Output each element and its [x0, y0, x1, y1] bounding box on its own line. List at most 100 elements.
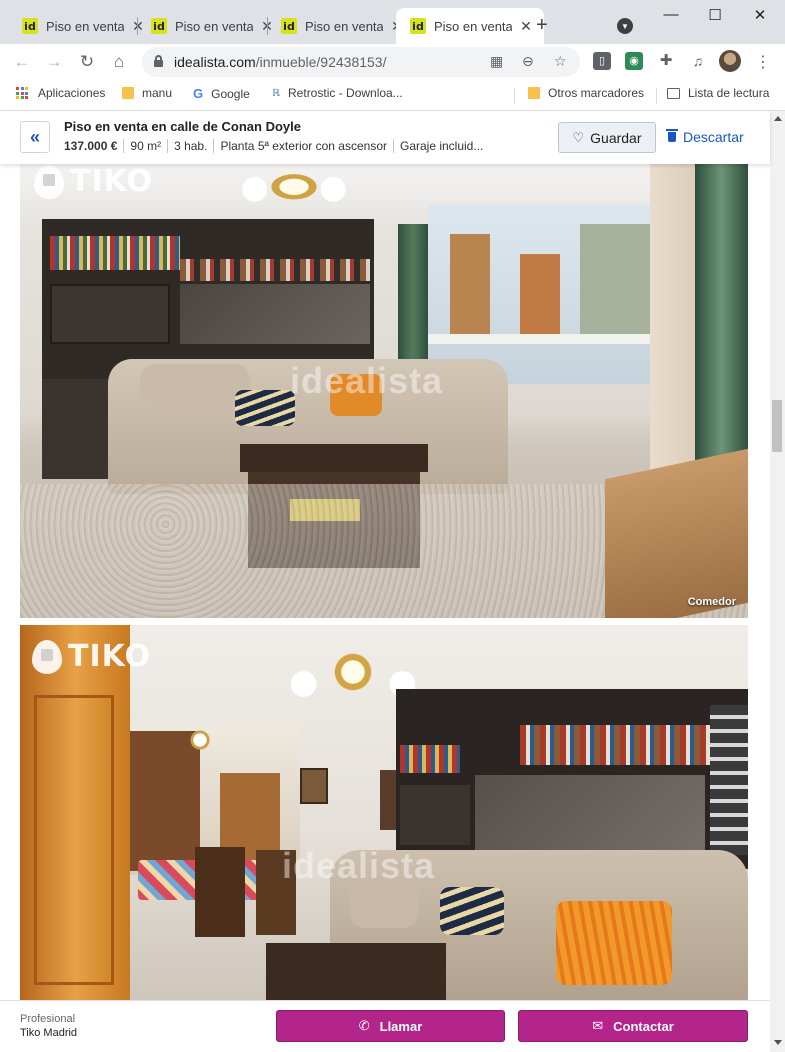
address-bar[interactable]: idealista.com/inmueble/92438153/ ▦ ⊖ ☆: [142, 47, 580, 77]
back-arrow-icon[interactable]: ←: [11, 51, 33, 73]
minimize-icon[interactable]: —: [656, 6, 686, 23]
discard-label: Descartar: [683, 129, 744, 145]
extensions-puzzle-icon[interactable]: ✚: [657, 52, 675, 70]
retrostic-icon: ℝ: [272, 87, 281, 99]
zoom-icon[interactable]: ⊖: [522, 53, 534, 70]
reload-icon[interactable]: ↻: [76, 51, 98, 73]
agency-logo: TIKO: [34, 164, 153, 199]
coffee-table: [266, 943, 446, 1000]
chandelier: [238, 166, 350, 218]
books: [50, 236, 180, 270]
tiko-pin-icon: [34, 164, 64, 199]
advertiser-name: Tiko Madrid: [20, 1027, 78, 1039]
profile-avatar[interactable]: [719, 50, 741, 72]
listing-sticky-header: « Piso en venta en calle de Conan Doyle …: [0, 111, 770, 164]
sofa-cushion: [350, 880, 418, 928]
browser-tab-active[interactable]: id Piso en venta en ✕: [396, 8, 544, 44]
listing-floor: Planta 5ª exterior con ascensor: [213, 139, 393, 153]
browser-toolbar: ← → ↻ ⌂ idealista.com/inmueble/92438153/…: [0, 44, 785, 80]
listing-garage: Garaje incluid...: [392, 139, 489, 153]
google-icon: G: [193, 86, 204, 101]
wall-picture: [300, 768, 328, 804]
bookmark-apps[interactable]: Aplicaciones: [16, 86, 105, 100]
call-label: Llamar: [379, 1018, 423, 1034]
striped-pillow: [235, 390, 295, 426]
building-outside: [580, 224, 660, 334]
browser-menu-icon[interactable]: ⋮: [755, 52, 771, 72]
bookmark-retrostic[interactable]: ℝ Retrostic - Downloa...: [272, 86, 403, 100]
close-window-icon[interactable]: ✕: [745, 6, 775, 24]
browser-tab[interactable]: id Piso en venta en ✕: [137, 8, 285, 44]
curtain-right: [695, 164, 748, 464]
reading-list-button[interactable]: Lista de lectura: [667, 86, 769, 100]
books: [520, 725, 710, 765]
new-tab-button[interactable]: +: [536, 14, 548, 37]
maximize-icon[interactable]: ☐: [700, 6, 730, 24]
sofa-cushion: [140, 364, 250, 404]
idealista-favicon-icon: id: [151, 18, 167, 34]
back-to-listing-button[interactable]: «: [20, 121, 50, 153]
books: [400, 745, 460, 773]
browser-tab[interactable]: id Piso en venta en ✕: [8, 8, 156, 44]
page-scrollbar[interactable]: [770, 111, 785, 1052]
contact-footer: Profesional Tiko Madrid ✆ Llamar ✉ Conta…: [0, 1000, 770, 1052]
bookmark-divider: [656, 88, 657, 104]
listing-rooms: 3 hab.: [167, 139, 213, 153]
orange-pillow: [556, 901, 672, 985]
building-outside: [520, 254, 560, 344]
tab-title: Piso en venta en: [46, 18, 124, 34]
save-button[interactable]: ♡ Guardar: [558, 122, 656, 153]
scrollbar-thumb[interactable]: [772, 400, 782, 452]
tab-search-icon[interactable]: ▼: [617, 18, 633, 34]
bookmark-label: manu: [142, 86, 173, 100]
listing-area: 90 m²: [123, 139, 167, 153]
bookmark-label: Lista de lectura: [688, 86, 770, 100]
extension-1-icon[interactable]: ▯: [593, 52, 611, 70]
tab-title: Piso en venta en: [434, 18, 512, 34]
bookmark-label: Google: [211, 86, 250, 101]
bookmark-other-folder[interactable]: Otros marcadores: [528, 86, 644, 100]
striped-pillow: [440, 887, 504, 935]
glass-cabinet: [475, 775, 705, 860]
contact-label: Contactar: [613, 1018, 674, 1034]
bookmarks-bar: Aplicaciones manu G Google ℝ Retrostic -…: [0, 80, 785, 111]
bookmark-label: Otros marcadores: [548, 86, 645, 100]
watermark: idealista: [290, 360, 444, 401]
trash-icon: [666, 129, 678, 142]
lock-icon[interactable]: [154, 55, 163, 67]
listing-photo[interactable]: TIKO idealista Comedor: [20, 164, 748, 618]
phone-icon: ✆: [358, 1018, 370, 1033]
scroll-down-arrow-icon[interactable]: [774, 1040, 782, 1045]
idealista-favicon-icon: id: [22, 18, 38, 34]
save-label: Guardar: [590, 129, 642, 146]
call-button[interactable]: ✆ Llamar: [276, 1010, 505, 1042]
idealista-favicon-icon: id: [410, 18, 426, 34]
side-desk: [605, 448, 748, 618]
listing-photo[interactable]: TIKO idealista: [20, 625, 748, 1000]
media-control-icon[interactable]: ♫: [689, 52, 707, 70]
agency-logo: TIKO: [32, 639, 151, 674]
contact-button[interactable]: ✉ Contactar: [518, 1010, 748, 1042]
scroll-up-arrow-icon[interactable]: [774, 116, 782, 121]
photo-caption: Comedor: [687, 596, 736, 608]
bookmark-google[interactable]: G Google: [193, 86, 250, 101]
reading-list-icon: [667, 87, 680, 99]
forward-arrow-icon[interactable]: →: [43, 51, 65, 73]
tab-title: Piso en venta en: [175, 18, 253, 34]
browser-tab-strip: id Piso en venta en ✕ id Piso en venta e…: [0, 0, 785, 44]
browser-tab[interactable]: id Piso en venta en ✕: [267, 8, 415, 44]
idealista-favicon-icon: id: [281, 18, 297, 34]
dvd-shelf: [710, 705, 748, 855]
bookmark-manu[interactable]: manu: [122, 86, 172, 100]
heart-icon: ♡: [572, 129, 585, 145]
qr-code-icon[interactable]: ▦: [490, 53, 503, 70]
extension-2-icon[interactable]: ◉: [625, 52, 643, 70]
close-tab-icon[interactable]: ✕: [518, 18, 534, 35]
bookmark-label: Aplicaciones: [38, 86, 106, 100]
bookmark-star-icon[interactable]: ☆: [554, 53, 567, 70]
door-panel: [34, 695, 114, 985]
home-icon[interactable]: ⌂: [108, 51, 130, 73]
chat-bubble-icon: ✉: [592, 1018, 604, 1033]
advertiser-type: Profesional: [20, 1013, 76, 1025]
discard-button[interactable]: Descartar: [666, 129, 744, 145]
